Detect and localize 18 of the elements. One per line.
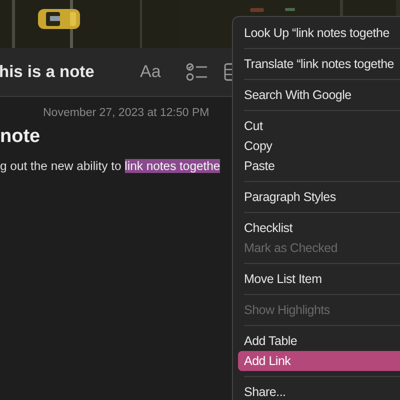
checklist-icon[interactable] (186, 63, 208, 81)
menu-item[interactable]: Paste (238, 156, 400, 176)
menu-item[interactable]: Paragraph Styles (238, 187, 400, 207)
note-date: November 27, 2023 at 12:50 PM (43, 107, 210, 119)
menu-item[interactable]: Look Up “link notes togethe (238, 23, 400, 43)
menu-item[interactable]: Share... (238, 382, 400, 400)
note-body-text: g out the new ability to link notes togethe (0, 159, 220, 173)
menu-item[interactable]: Translate “link notes togethe (238, 54, 400, 74)
menu-item[interactable]: Move List Item (238, 269, 400, 289)
menu-item[interactable]: Checklist (238, 218, 400, 238)
note-heading: note (0, 126, 42, 148)
menu-item[interactable]: Copy (238, 136, 400, 156)
menu-item[interactable]: Add Table (238, 331, 400, 351)
menu-item[interactable]: Add Link (238, 351, 400, 371)
format-button[interactable]: Aa (140, 62, 161, 82)
menu-item[interactable]: Search With Google (238, 85, 400, 105)
menu-item[interactable]: Cut (238, 116, 400, 136)
note-title: his is a note (0, 62, 96, 82)
